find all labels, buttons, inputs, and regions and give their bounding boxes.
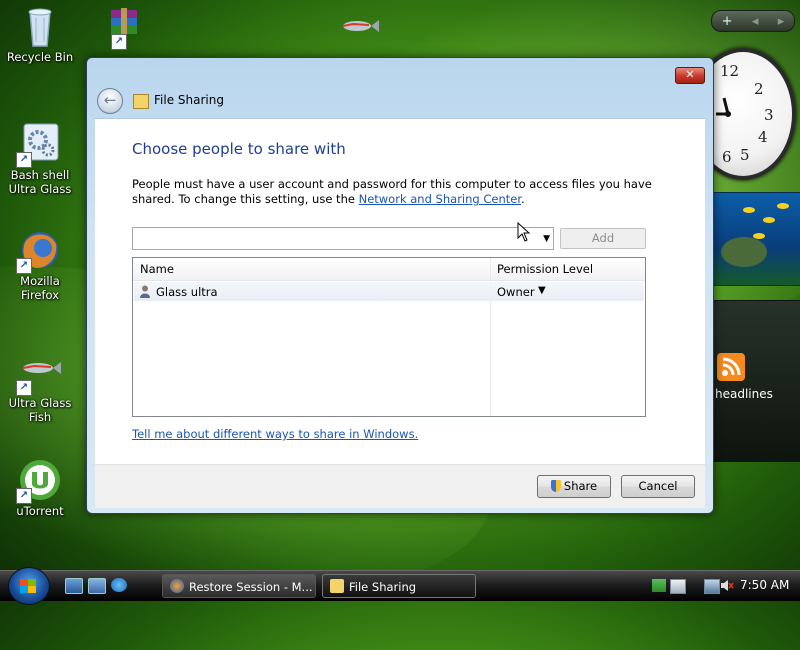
slideshow-gadget[interactable] (712, 192, 800, 286)
desktop-icon-label: Bash shell Ultra Glass (8, 168, 72, 196)
turtle-shape (721, 237, 767, 267)
recycle-bin-icon (16, 4, 64, 48)
shield-icon (550, 480, 561, 492)
desktop-icon-label: Ultra Glass Fish (8, 396, 72, 424)
back-button[interactable]: ← (97, 88, 123, 114)
fish-icon: ↗ (16, 350, 64, 396)
page-heading: Choose people to share with (132, 140, 346, 158)
file-sharing-icon (133, 94, 149, 109)
share-button-label: Share (563, 479, 598, 493)
taskbar-clock[interactable]: 7:50 AM (740, 578, 789, 592)
file-sharing-dialog: ✕ ← File Sharing Choose people to share … (86, 57, 714, 514)
user-name-combobox[interactable]: ▼ (132, 227, 554, 250)
fish-shape (743, 207, 755, 213)
taskbar-item-label: Restore Session - M... (189, 580, 313, 594)
row-permission-level[interactable]: Owner (497, 285, 535, 299)
help-link[interactable]: Tell me about different ways to share in… (132, 427, 418, 441)
desktop-icon-label: uTorrent (16, 504, 64, 518)
desktop-icon-fish[interactable] (320, 10, 398, 56)
headlines-label: headlines (715, 387, 773, 401)
fish-shape (777, 203, 789, 209)
taskbar-item-restore-session[interactable]: Restore Session - M... (162, 574, 316, 598)
cancel-button[interactable]: Cancel (621, 475, 695, 498)
dialog-footer: Share Cancel (95, 464, 705, 508)
shortcut-arrow-icon: ↗ (111, 34, 127, 50)
description: People must have a user account and pass… (132, 177, 682, 207)
utorrent-tray-icon[interactable] (652, 579, 666, 592)
taskbar: Restore Session - M... File Sharing 7:50… (0, 567, 800, 605)
desktop-icon-bash-shell[interactable]: ↗ Bash shell Ultra Glass (1, 122, 79, 196)
back-arrow-icon: ← (103, 91, 117, 109)
shortcut-arrow-icon: ↗ (16, 488, 32, 504)
desktop-icon-label: Mozilla Firefox (20, 274, 60, 302)
fish-shape (763, 217, 775, 223)
utorrent-icon: ↗ (16, 458, 64, 504)
winrar-icon: ↗ (97, 4, 145, 50)
close-button[interactable]: ✕ (675, 67, 705, 84)
show-desktop-icon[interactable] (65, 578, 83, 594)
desktop-icon-recycle-bin[interactable]: Recycle Bin (1, 4, 79, 64)
sidebar-controls: + ◂ ▸ (711, 10, 795, 32)
security-center-icon[interactable] (670, 579, 686, 594)
column-header-permission[interactable]: Permission Level (497, 262, 593, 276)
file-sharing-icon (330, 579, 344, 593)
description-end: . (521, 192, 525, 206)
taskbar-item-file-sharing[interactable]: File Sharing (322, 574, 476, 598)
switch-windows-icon[interactable] (88, 578, 106, 594)
shortcut-arrow-icon: ↗ (16, 152, 32, 168)
table-row[interactable]: Glass ultra Owner ▼ (134, 282, 644, 301)
add-button[interactable]: Add (560, 228, 646, 249)
gears-icon: ↗ (16, 122, 64, 168)
desktop-icon-winrar[interactable]: ↗ (82, 4, 160, 50)
desktop-icon-utorrent[interactable]: ↗ uTorrent (1, 458, 79, 518)
desktop-icon-firefox[interactable]: ↗ Mozilla Firefox (1, 228, 79, 302)
internet-explorer-icon[interactable] (111, 578, 127, 592)
table-header: Name Permission Level (133, 258, 645, 281)
shortcut-arrow-icon: ↗ (16, 380, 32, 396)
next-icon[interactable]: ▸ (778, 14, 785, 29)
taskbar-item-label: File Sharing (349, 580, 417, 594)
desktop-icon-label: Recycle Bin (6, 50, 74, 64)
row-user-name: Glass ultra (156, 285, 218, 299)
add-gadget-button[interactable]: + (722, 14, 733, 29)
rss-icon (717, 353, 745, 381)
dropdown-arrow-icon[interactable]: ▼ (543, 234, 550, 244)
mouse-cursor-icon (517, 222, 531, 242)
desktop-icon-ultra-glass-fish[interactable]: ↗ Ultra Glass Fish (1, 350, 79, 424)
dialog-title: File Sharing (154, 93, 224, 107)
feed-headlines-gadget[interactable]: headlines (712, 300, 800, 462)
start-button[interactable] (8, 567, 50, 605)
sharing-permissions-table: Name Permission Level Glass ultra Owner … (132, 257, 646, 417)
volume-muted-icon[interactable] (720, 579, 734, 592)
column-header-name[interactable]: Name (140, 262, 174, 276)
share-button[interactable]: Share (537, 475, 611, 498)
network-sharing-center-link[interactable]: Network and Sharing Center (359, 192, 521, 206)
firefox-icon (170, 579, 184, 593)
firefox-icon: ↗ (16, 228, 64, 274)
previous-icon[interactable]: ◂ (752, 14, 759, 29)
permission-dropdown-icon[interactable]: ▼ (538, 285, 546, 296)
dialog-content: Choose people to share with People must … (95, 118, 705, 465)
user-icon (140, 285, 150, 298)
shortcut-arrow-icon: ↗ (16, 258, 32, 274)
network-icon[interactable] (704, 579, 720, 594)
windows-logo-icon (20, 586, 36, 593)
fish-icon (335, 10, 383, 54)
